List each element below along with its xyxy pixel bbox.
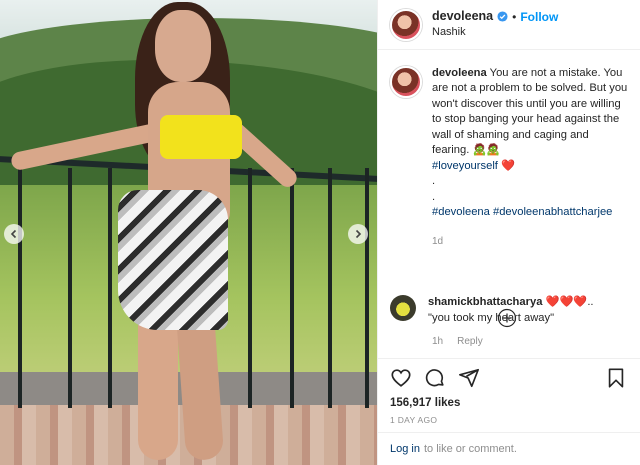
like-button[interactable]: [390, 367, 414, 391]
railing-bar: [290, 168, 294, 408]
avatar[interactable]: [390, 66, 422, 98]
caption-dot: .: [432, 190, 436, 203]
bookmark-icon: [608, 368, 624, 388]
comment-hearts: ❤️❤️❤️..: [545, 296, 594, 308]
header-text: devoleena • Follow Nashik: [432, 9, 558, 39]
save-button[interactable]: [605, 367, 629, 391]
caption-dot: .: [432, 175, 436, 188]
caption-emoji: 🧟🧟: [472, 144, 501, 157]
hashtag-link[interactable]: #devoleenabhattcharjee: [493, 206, 612, 218]
verified-badge-icon: [497, 11, 508, 22]
post-date[interactable]: 1 DAY AGO: [390, 415, 629, 425]
header-line: devoleena • Follow: [432, 9, 558, 24]
railing-bar: [108, 168, 112, 408]
caption-body: devoleena You are not a mistake. You are…: [432, 66, 629, 248]
comment-button[interactable]: [424, 367, 448, 391]
heart-icon: [391, 369, 411, 387]
comment: shamickbhattacharya ❤️❤️❤️.. "you took m…: [390, 295, 594, 326]
comment-meta: 1h Reply: [432, 336, 483, 347]
comment-body: shamickbhattacharya ❤️❤️❤️.. "you took m…: [428, 295, 594, 326]
hashtag-link[interactable]: #devoleena: [432, 206, 490, 218]
railing-bar: [18, 168, 22, 408]
avatar[interactable]: [390, 8, 422, 41]
person-face: [155, 10, 211, 82]
caption-username[interactable]: devoleena: [432, 67, 487, 79]
share-button[interactable]: [458, 367, 482, 391]
comment-time[interactable]: 1h: [432, 336, 443, 347]
next-photo-button[interactable]: [348, 224, 368, 244]
reply-button[interactable]: Reply: [457, 336, 483, 347]
avatar[interactable]: [390, 295, 416, 321]
action-icons: [390, 363, 629, 395]
person-top: [160, 115, 242, 159]
caption: devoleena You are not a mistake. You are…: [378, 58, 640, 248]
comment-icon: [425, 369, 444, 387]
railing-bar: [365, 168, 369, 408]
railing-bar: [68, 168, 72, 408]
post-header: devoleena • Follow Nashik: [378, 0, 640, 50]
railing-bar: [248, 168, 252, 408]
caption-text: You are not a mistake. You are not a pro…: [432, 67, 628, 157]
chevron-right-icon: [355, 229, 362, 239]
post-username[interactable]: devoleena: [432, 9, 493, 24]
railing-bar: [328, 168, 332, 408]
caption-heart: ❤️: [501, 159, 515, 172]
post-side-panel: devoleena • Follow Nashik devoleena You …: [377, 0, 640, 465]
likes-count[interactable]: 156,917 likes: [390, 397, 629, 409]
login-prompt: to like or comment.: [423, 443, 517, 455]
comment-username[interactable]: shamickbhattacharya: [428, 296, 542, 308]
chevron-left-icon: [10, 229, 17, 239]
caption-time[interactable]: 1d: [432, 235, 629, 249]
hashtag-link[interactable]: #loveyourself: [432, 160, 498, 172]
login-link[interactable]: Log in: [390, 443, 420, 455]
comment-text: "you took my heart away": [428, 311, 555, 324]
post-actions: 156,917 likes 1 DAY AGO: [378, 358, 640, 425]
share-icon: [459, 368, 479, 388]
location-link[interactable]: Nashik: [432, 26, 558, 39]
separator-dot: •: [512, 9, 517, 24]
person-skirt: [118, 190, 228, 330]
login-bar: Log in to like or comment.: [378, 432, 640, 465]
post-photo[interactable]: [0, 0, 377, 465]
follow-button[interactable]: Follow: [520, 10, 558, 24]
previous-photo-button[interactable]: [4, 224, 24, 244]
